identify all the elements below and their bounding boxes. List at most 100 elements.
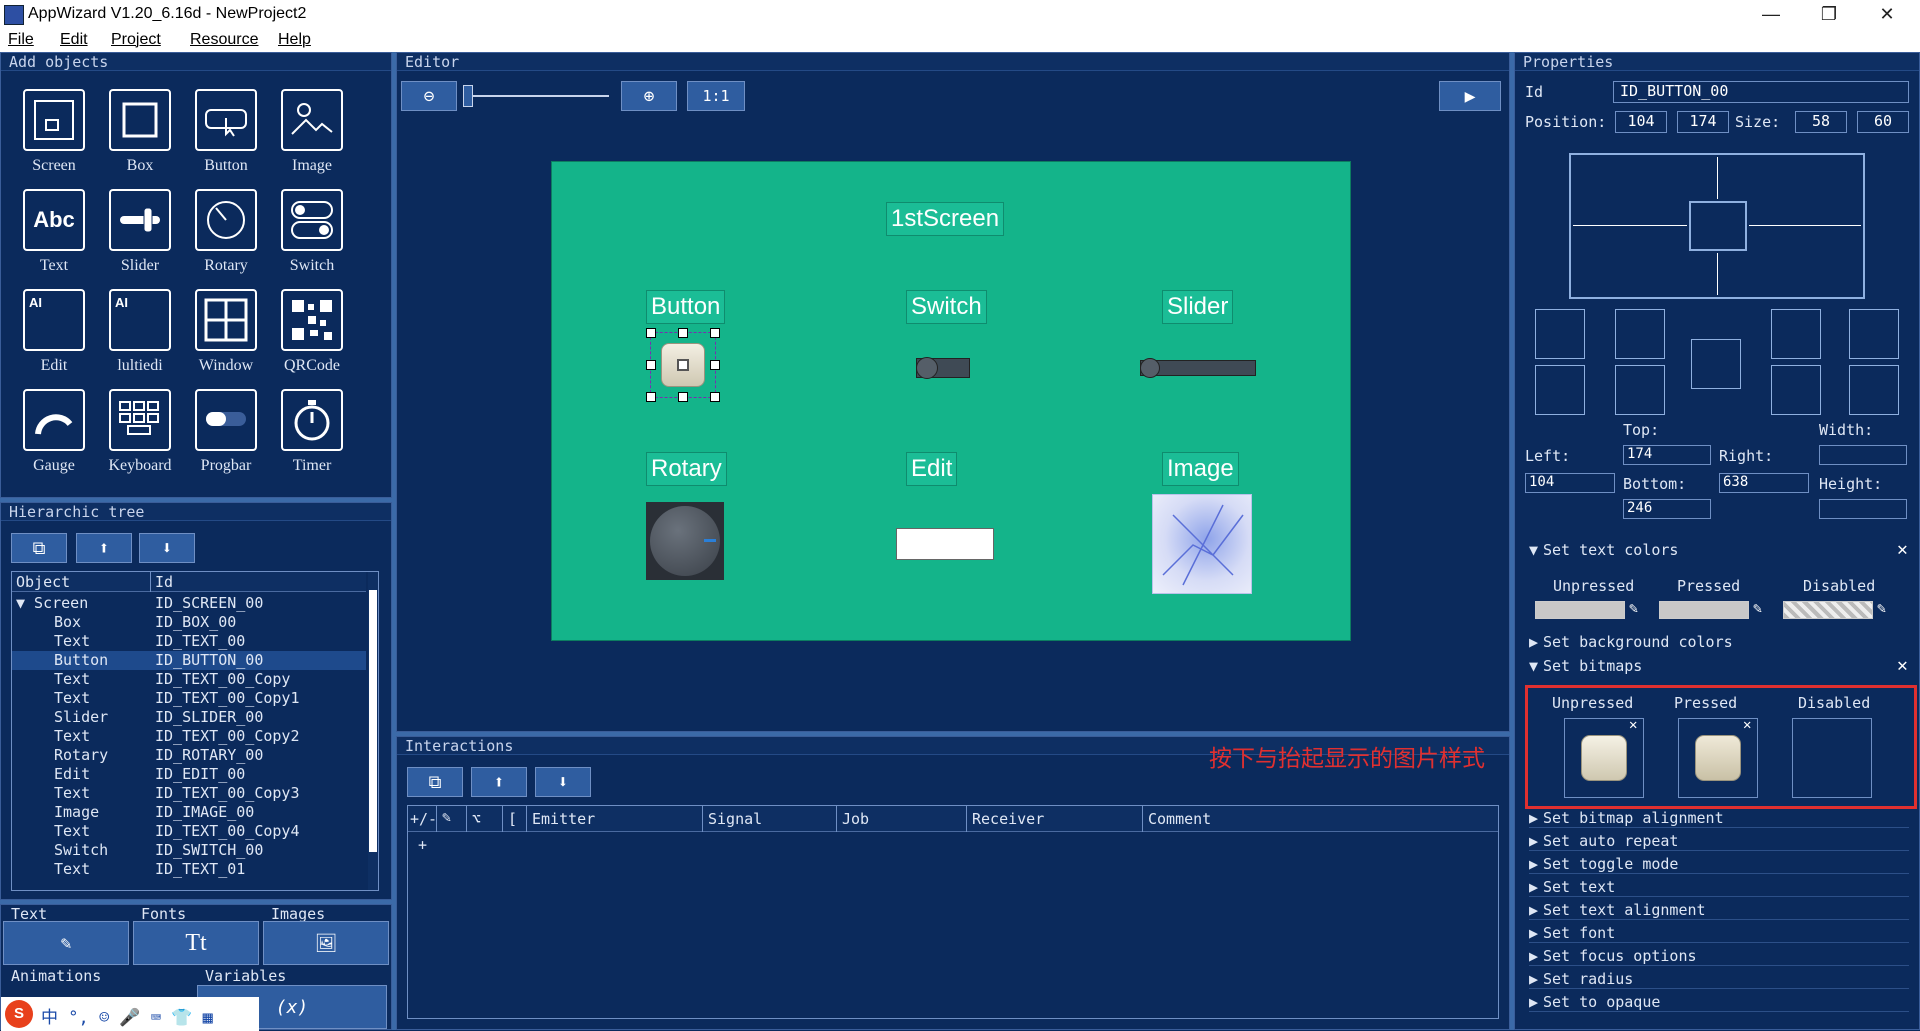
resize-handle[interactable]: [646, 360, 656, 370]
bottom-spinbox[interactable]: 246: [1623, 499, 1711, 519]
add-slider-tool[interactable]: Slider: [97, 185, 183, 285]
add-switch-tool[interactable]: Switch: [269, 185, 355, 285]
top-spinbox[interactable]: 174: [1623, 445, 1711, 465]
section-set-focus-options[interactable]: ▶ Set focus options: [1529, 947, 1909, 966]
move-down-button[interactable]: ⬇: [139, 533, 195, 563]
height-spinbox[interactable]: [1819, 499, 1907, 519]
fonts-resource-button[interactable]: Tt: [133, 921, 259, 965]
position-x-field[interactable]: 104: [1615, 111, 1667, 133]
unpressed-bitmap-slot[interactable]: ✕: [1564, 717, 1644, 798]
add-window-tool[interactable]: Window: [183, 285, 269, 385]
section-set-bitmap-alignment[interactable]: ▶ Set bitmap alignment: [1529, 809, 1909, 828]
edit-widget[interactable]: [896, 528, 994, 560]
position-y-field[interactable]: 174: [1677, 111, 1729, 133]
tree-row[interactable]: Text ID_TEXT_00_Copy2: [12, 727, 366, 746]
remove-bitmap-icon[interactable]: ✕: [1743, 717, 1751, 733]
pressed-bitmap-slot[interactable]: ✕: [1678, 717, 1758, 798]
text-resource-button[interactable]: ✎: [3, 921, 129, 965]
add-edit-tool[interactable]: AI Edit: [11, 285, 97, 385]
images-resource-button[interactable]: 🖼: [263, 921, 389, 965]
left-spinbox[interactable]: 104: [1525, 473, 1615, 493]
col-add-remove[interactable]: +/-: [410, 810, 437, 828]
switch-widget[interactable]: [916, 357, 970, 379]
remove-bitmap-icon[interactable]: ✕: [1629, 717, 1637, 733]
tree-row[interactable]: ▼ Screen ID_SCREEN_00: [12, 594, 366, 613]
add-box-tool[interactable]: Box: [97, 85, 183, 185]
move-up-button[interactable]: ⬆: [76, 533, 132, 563]
section-text-colors[interactable]: ▼ Set text colors: [1529, 541, 1678, 559]
anchor-center-button[interactable]: [1691, 339, 1741, 389]
tree-row[interactable]: Edit ID_EDIT_00: [12, 765, 366, 784]
add-keyboard-tool[interactable]: Keyboard: [97, 385, 183, 485]
anchor-bottom-right-button[interactable]: [1771, 365, 1821, 415]
rotary-label-text[interactable]: Rotary: [646, 452, 727, 486]
tree-row[interactable]: Button ID_BUTTON_00: [12, 651, 366, 670]
add-copy-button[interactable]: ⧉: [11, 533, 67, 563]
close-button[interactable]: ✕: [1858, 0, 1916, 30]
image-widget[interactable]: [1152, 494, 1252, 594]
edit-label-text[interactable]: Edit: [906, 452, 958, 486]
slider-widget[interactable]: [1140, 358, 1256, 378]
tree-row[interactable]: Text ID_TEXT_00: [12, 632, 366, 651]
section-set-font[interactable]: ▶ Set font: [1529, 924, 1909, 943]
eyedropper-icon[interactable]: ✎: [1629, 599, 1638, 617]
tree-row[interactable]: Slider ID_SLIDER_00: [12, 708, 366, 727]
restore-button[interactable]: ❐: [1800, 0, 1858, 30]
clear-bitmaps-button[interactable]: ✕: [1897, 655, 1908, 676]
add-image-tool[interactable]: Image: [269, 85, 355, 185]
size-height-field[interactable]: 60: [1857, 111, 1909, 133]
screen-title-text[interactable]: 1stScreen: [886, 202, 1005, 236]
anchor-diagram[interactable]: [1569, 153, 1865, 299]
add-gauge-tool[interactable]: Gauge: [11, 385, 97, 485]
tab-variables[interactable]: Variables: [205, 967, 286, 985]
menu-edit[interactable]: Edit: [60, 31, 88, 49]
resize-handle[interactable]: [646, 392, 656, 402]
menu-project[interactable]: Project: [111, 31, 161, 49]
tab-animations[interactable]: Animations: [11, 967, 101, 985]
eyedropper-icon[interactable]: ✎: [1877, 599, 1886, 617]
resize-handle[interactable]: [646, 328, 656, 338]
tree-row[interactable]: Text ID_TEXT_01: [12, 860, 366, 879]
zoom-in-button[interactable]: ⊕: [621, 81, 677, 111]
slider-label-text[interactable]: Slider: [1162, 290, 1234, 324]
resize-handle[interactable]: [678, 392, 688, 402]
ime-toolbar[interactable]: S 中 °, ☺ 🎤 ⌨ 👕 ▦: [1, 997, 259, 1031]
unpressed-color-swatch[interactable]: [1535, 601, 1625, 619]
anchor-bottom-center-button[interactable]: [1615, 365, 1665, 415]
pressed-color-swatch[interactable]: [1659, 601, 1749, 619]
add-rotary-tool[interactable]: Rotary: [183, 185, 269, 285]
resize-handle[interactable]: [710, 360, 720, 370]
section-set-radius[interactable]: ▶ Set radius: [1529, 970, 1909, 989]
zoom-out-button[interactable]: ⊖: [401, 81, 457, 111]
tree-row[interactable]: Image ID_IMAGE_00: [12, 803, 366, 822]
add-interaction-row[interactable]: +: [418, 836, 427, 854]
anchor-top-right-button[interactable]: [1771, 309, 1821, 359]
tree-row[interactable]: Switch ID_SWITCH_00: [12, 841, 366, 860]
button-widget-selected[interactable]: [646, 328, 720, 402]
tree-row[interactable]: Text ID_TEXT_00_Copy4: [12, 822, 366, 841]
resize-handle[interactable]: [710, 328, 720, 338]
image-label-text[interactable]: Image: [1162, 452, 1239, 486]
resize-handle[interactable]: [710, 392, 720, 402]
section-bitmaps[interactable]: ▼ Set bitmaps: [1529, 657, 1642, 675]
anchor-bottom-stretch-button[interactable]: [1849, 365, 1899, 415]
play-simulation-button[interactable]: ▶: [1439, 81, 1501, 111]
add-timer-tool[interactable]: Timer: [269, 385, 355, 485]
clear-text-colors-button[interactable]: ✕: [1897, 539, 1908, 560]
tree-row[interactable]: Text ID_TEXT_00_Copy3: [12, 784, 366, 803]
zoom-slider-handle[interactable]: [463, 85, 473, 107]
tree-scrollbar[interactable]: [368, 572, 378, 890]
menu-file[interactable]: File: [8, 31, 34, 49]
section-set-toggle-mode[interactable]: ▶ Set toggle mode: [1529, 855, 1909, 874]
tree-row[interactable]: Text ID_TEXT_00_Copy1: [12, 689, 366, 708]
add-lultiedi-tool[interactable]: AI lultiedi: [97, 285, 183, 385]
zoom-slider[interactable]: [463, 95, 609, 97]
width-spinbox[interactable]: [1819, 445, 1907, 465]
add-text-tool[interactable]: Abc Text: [11, 185, 97, 285]
section-set-text-alignment[interactable]: ▶ Set text alignment: [1529, 901, 1909, 920]
size-width-field[interactable]: 58: [1795, 111, 1847, 133]
button-label-text[interactable]: Button: [646, 290, 726, 324]
tree-row[interactable]: Text ID_TEXT_00_Copy: [12, 670, 366, 689]
section-set-text[interactable]: ▶ Set text: [1529, 878, 1909, 897]
add-screen-tool[interactable]: Screen: [11, 85, 97, 185]
